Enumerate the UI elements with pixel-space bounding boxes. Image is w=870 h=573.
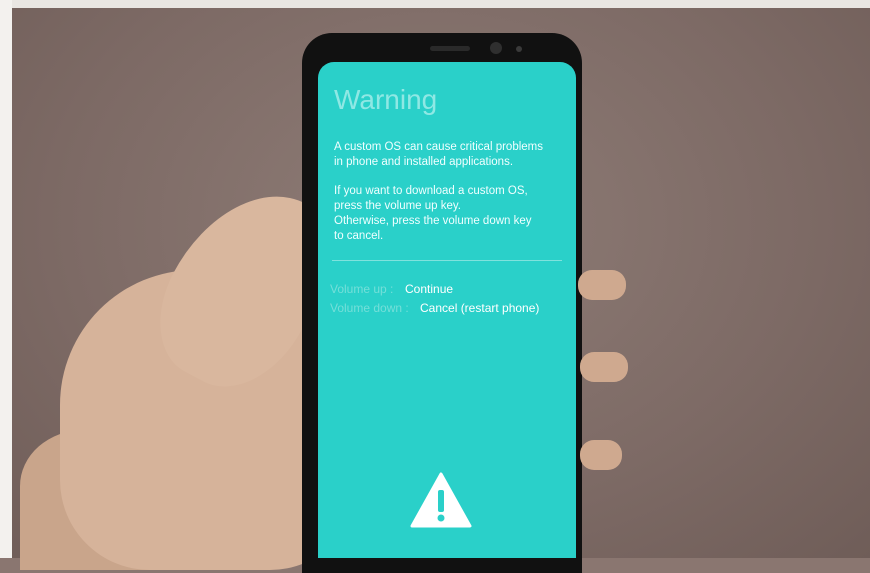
background-edge-top [0,0,870,8]
message-line: Otherwise, press the volume down key [334,215,532,227]
warning-triangle-icon [410,472,472,528]
warning-title: Warning [334,84,438,115]
message-line: A custom OS can cause critical problems [334,141,543,153]
finger [580,440,622,470]
proximity-sensor [516,46,522,52]
front-camera [490,42,502,54]
message-line: to cancel. [334,230,384,242]
background-edge-left [0,0,12,558]
divider [332,260,562,261]
cancel-restart-option[interactable]: Cancel (restart phone) [420,301,539,315]
phone-screen: Warning A custom OS can cause critical p… [318,62,576,558]
finger [580,352,628,382]
phone-speaker [430,46,470,51]
volume-down-key-label: Volume down : [330,301,409,315]
finger [578,270,626,300]
message-line: in phone and installed applications. [334,156,514,168]
message-line: press the volume up key. [334,200,461,212]
message-line: If you want to download a custom OS, [334,185,528,197]
volume-up-key-label: Volume up : [330,282,394,296]
continue-option[interactable]: Continue [405,282,453,296]
